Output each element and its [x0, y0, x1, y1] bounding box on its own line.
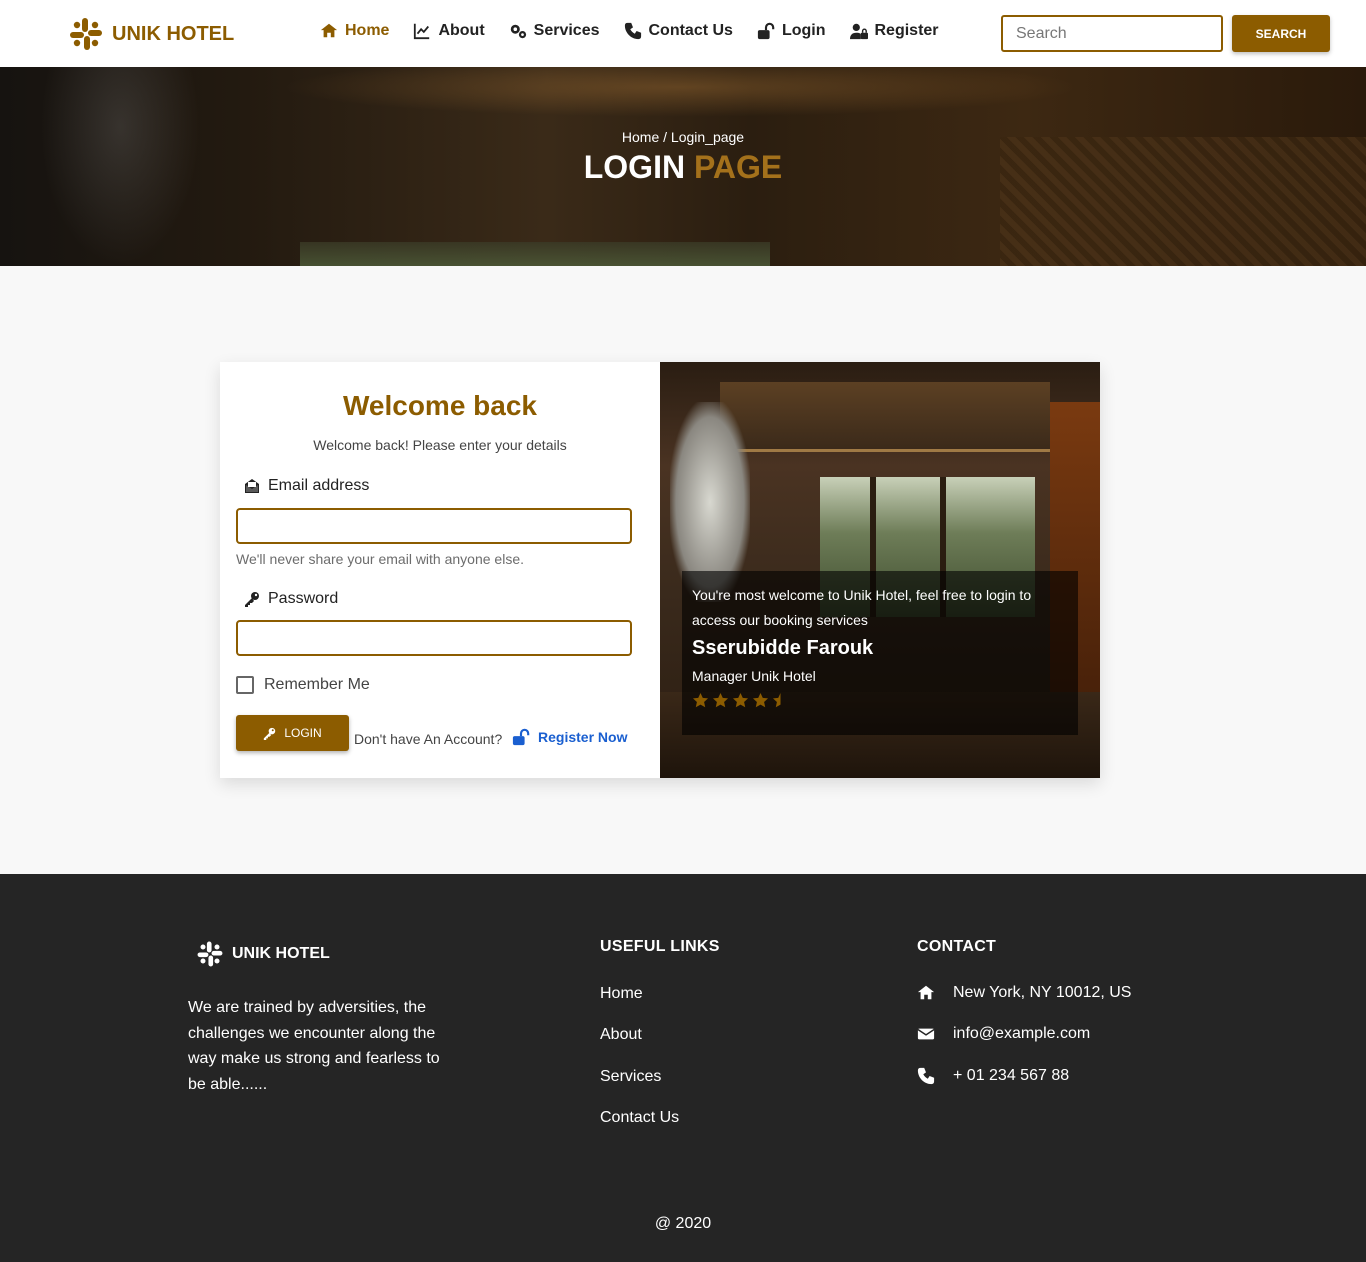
login-button-label: LOGIN — [284, 726, 322, 740]
nav-item-contact[interactable]: Contact Us — [624, 22, 733, 40]
star-half-icon — [772, 692, 781, 708]
hero-background-window — [300, 242, 770, 266]
email-label: Email address — [244, 477, 369, 495]
footer-brand: UNIK HOTEL — [196, 940, 330, 968]
contact-heading: CONTACT — [917, 938, 997, 955]
unlock-icon — [757, 22, 775, 40]
footer-link-contact[interactable]: Contact Us — [600, 1109, 679, 1127]
footer-about-text: We are trained by adversities, the chall… — [188, 999, 440, 1093]
contact-phone-text: + 01 234 567 88 — [953, 1067, 1070, 1084]
star-icon — [752, 692, 769, 708]
password-field[interactable] — [236, 620, 632, 656]
user-lock-icon — [849, 23, 868, 40]
remember-me[interactable]: Remember Me — [236, 676, 370, 694]
password-label-text: Password — [268, 590, 339, 607]
nav-item-label: Contact Us — [648, 22, 733, 39]
footer: UNIK HOTEL We are trained by adversities… — [0, 874, 1366, 1262]
copyright: @ 2020 — [654, 1215, 712, 1232]
email-field[interactable] — [236, 508, 632, 544]
hotel-room-image: You're most welcome to Unik Hotel, feel … — [660, 362, 1100, 778]
nav-item-home[interactable]: Home — [320, 22, 389, 40]
useful-links-heading: USEFUL LINKS — [600, 938, 720, 955]
slack-logo-icon — [197, 941, 223, 967]
rating-stars — [692, 692, 789, 709]
star-icon — [712, 692, 729, 708]
phone-icon — [624, 22, 641, 40]
footer-link-home[interactable]: Home — [600, 985, 643, 1003]
home-icon — [320, 23, 338, 38]
email-label-text: Email address — [268, 477, 370, 494]
hero-banner: Home / Login_page LOGIN PAGE — [0, 67, 1366, 266]
envelope-icon — [917, 1028, 935, 1040]
chart-line-icon — [414, 23, 430, 40]
login-subtitle: Welcome back! Please enter your details — [313, 437, 567, 453]
search-button[interactable]: SEARCH — [1232, 15, 1330, 52]
search-input[interactable] — [1001, 15, 1223, 52]
email-help-text: We'll never share your email with anyone… — [236, 551, 524, 567]
remember-me-checkbox[interactable] — [236, 676, 254, 694]
page-title: LOGIN PAGE — [0, 149, 1366, 186]
phone-icon — [917, 1067, 935, 1085]
footer-link-about[interactable]: About — [600, 1026, 642, 1044]
nav-item-label: About — [438, 22, 485, 39]
nav-item-label: Login — [781, 22, 826, 39]
star-icon — [732, 692, 749, 708]
key-icon — [245, 592, 259, 607]
testimonial-role: Manager Unik Hotel — [692, 668, 816, 684]
testimonial-quote: You're most welcome to Unik Hotel, feel … — [692, 587, 1032, 628]
footer-link-services[interactable]: Services — [600, 1068, 661, 1086]
navbar: UNIK HOTEL Home About Services Contact U… — [0, 0, 1366, 67]
login-button[interactable]: LOGIN — [236, 715, 349, 751]
page-title-accent: PAGE — [693, 149, 783, 185]
breadcrumb: Home / Login_page — [621, 129, 745, 145]
password-label: Password — [244, 590, 338, 608]
register-now-link[interactable]: Register Now — [512, 728, 627, 746]
remember-me-label: Remember Me — [264, 676, 370, 693]
login-card: Welcome back Welcome back! Please enter … — [220, 362, 1100, 778]
testimonial-name: Sserubidde Farouk — [692, 637, 874, 659]
key-icon — [264, 727, 276, 740]
home-icon — [917, 985, 935, 1000]
nav-item-label: Home — [345, 22, 390, 39]
hero-background-glow — [280, 67, 1080, 117]
nav-item-register[interactable]: Register — [849, 22, 939, 40]
contact-email-text: info@example.com — [953, 1025, 1091, 1042]
login-title: Welcome back — [342, 390, 538, 421]
nav-item-about[interactable]: About — [413, 22, 485, 40]
brand-logo[interactable]: UNIK HOTEL — [68, 16, 234, 52]
contact-phone: + 01 234 567 88 — [917, 1067, 1069, 1085]
nav-item-label: Register — [874, 22, 939, 39]
no-account-text: Don't have An Account? — [354, 731, 503, 747]
nav-item-services[interactable]: Services — [509, 22, 600, 40]
footer-brand-name: UNIK HOTEL — [232, 945, 330, 962]
main-nav: Home About Services Contact Us Login Reg… — [320, 22, 939, 40]
envelope-open-icon — [245, 479, 259, 493]
nav-item-login[interactable]: Login — [757, 22, 826, 40]
testimonial-overlay: You're most welcome to Unik Hotel, feel … — [682, 571, 1078, 735]
cogs-icon — [510, 24, 526, 39]
login-form: Welcome back Welcome back! Please enter … — [220, 362, 660, 778]
nav-item-label: Services — [533, 22, 600, 39]
slack-logo-icon — [70, 18, 102, 50]
room-ceiling — [720, 382, 1050, 452]
contact-email: info@example.com — [917, 1025, 1090, 1043]
register-now-label: Register Now — [538, 729, 628, 745]
star-icon — [692, 692, 709, 708]
brand-name: UNIK HOTEL — [112, 22, 235, 45]
page-title-main: LOGIN — [583, 149, 686, 185]
contact-address: New York, NY 10012, US — [917, 984, 1131, 1002]
contact-address-text: New York, NY 10012, US — [953, 984, 1132, 1001]
unlock-icon — [512, 728, 530, 746]
